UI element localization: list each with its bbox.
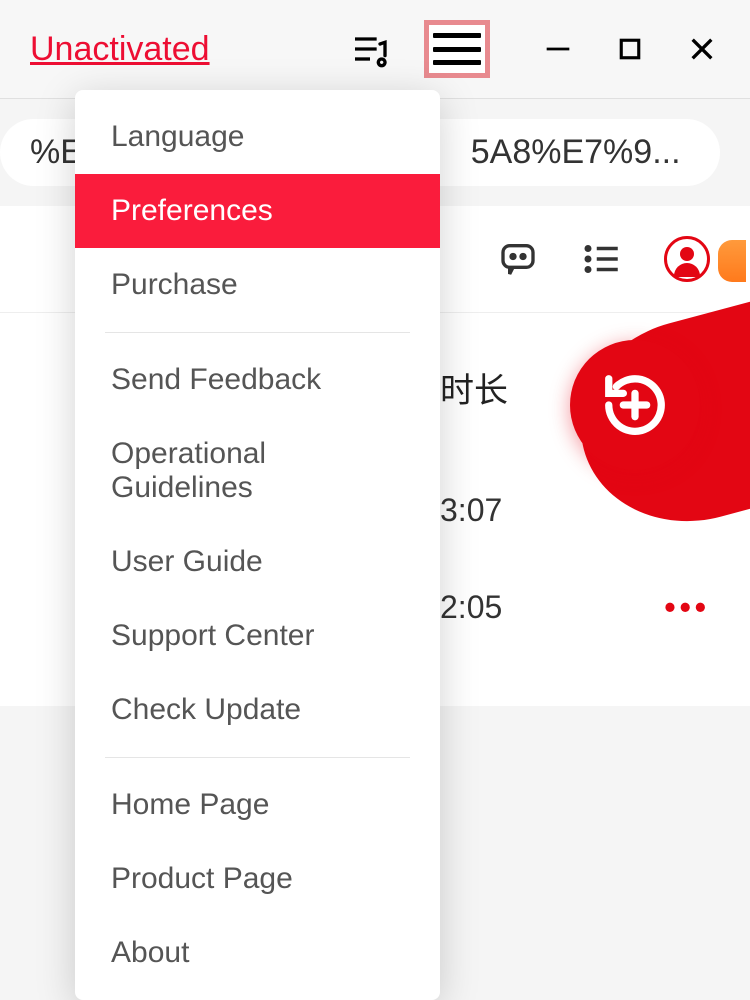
- list-icon[interactable]: [580, 237, 624, 281]
- menu-divider: [105, 757, 410, 758]
- url-fragment-right: 5A8%E7%9...: [471, 133, 681, 171]
- menu-item-send-feedback[interactable]: Send Feedback: [75, 343, 440, 417]
- menu-item-operational-guidelines[interactable]: Operational Guidelines: [75, 417, 440, 525]
- menu-item-about[interactable]: About: [75, 916, 440, 990]
- minimize-button[interactable]: [540, 31, 576, 67]
- menu-item-support-center[interactable]: Support Center: [75, 599, 440, 673]
- titlebar: Unactivated: [0, 0, 750, 98]
- menu-item-home-page[interactable]: Home Page: [75, 768, 440, 842]
- side-badge: [718, 240, 746, 282]
- playlist-icon[interactable]: [346, 25, 394, 73]
- hamburger-menu-button[interactable]: [424, 20, 490, 78]
- activation-status-link[interactable]: Unactivated: [30, 30, 210, 69]
- menu-item-language[interactable]: Language: [75, 100, 440, 174]
- window-controls: [540, 31, 720, 67]
- refresh-add-fab[interactable]: [570, 340, 700, 470]
- menu-item-check-update[interactable]: Check Update: [75, 673, 440, 747]
- settings-dropdown: Language Preferences Purchase Send Feedb…: [75, 90, 440, 1000]
- menu-item-user-guide[interactable]: User Guide: [75, 525, 440, 599]
- close-button[interactable]: [684, 31, 720, 67]
- more-actions-icon[interactable]: •••: [664, 589, 710, 626]
- fab-container: [560, 330, 750, 520]
- menu-item-product-page[interactable]: Product Page: [75, 842, 440, 916]
- profile-avatar-icon[interactable]: [664, 236, 710, 282]
- menu-item-purchase[interactable]: Purchase: [75, 248, 440, 322]
- row-duration: 2:05: [440, 589, 502, 626]
- comment-icon[interactable]: [496, 237, 540, 281]
- hamburger-icon: [433, 29, 481, 69]
- maximize-button[interactable]: [612, 31, 648, 67]
- menu-divider: [105, 332, 410, 333]
- menu-item-preferences[interactable]: Preferences: [75, 174, 440, 248]
- row-duration: 3:07: [440, 492, 502, 529]
